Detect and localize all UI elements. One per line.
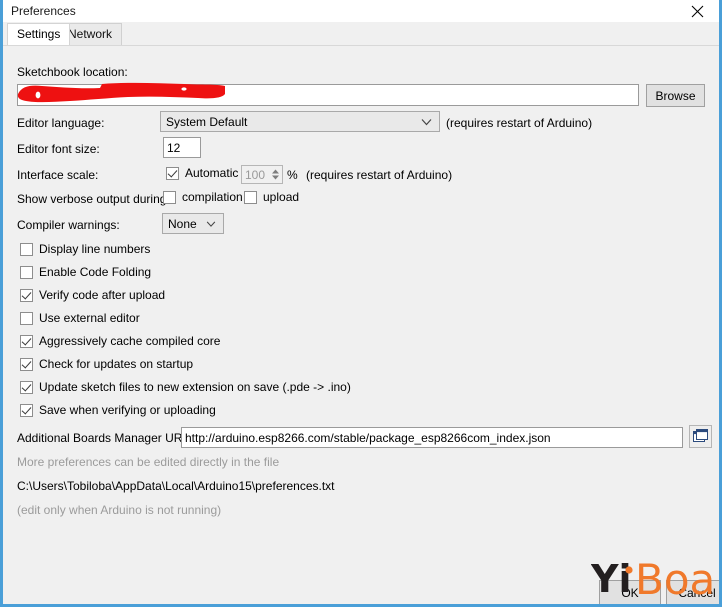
browse-button[interactable]: Browse [646, 84, 705, 107]
checkbox-box [163, 190, 176, 204]
editor-language-value: System Default [166, 115, 248, 129]
boards-manager-urls-label: Additional Boards Manager URLs: [17, 431, 199, 445]
option-save-when-verifying-or-uploading[interactable]: Save when verifying or uploading [20, 403, 216, 417]
sketchbook-location-label: Sketchbook location: [17, 65, 128, 79]
verbose-compilation-checkbox[interactable]: compilation [163, 190, 243, 204]
tab-strip: Settings Network [3, 22, 719, 45]
interface-scale-value: 100 [244, 168, 265, 182]
preferences-file-path: C:\Users\Tobiloba\AppData\Local\Arduino1… [17, 479, 335, 493]
interface-scale-automatic-checkbox[interactable]: Automatic [166, 166, 238, 180]
checkbox-box [166, 166, 179, 180]
preferences-dialog: Preferences Settings Network Sketchbook … [0, 0, 722, 607]
checkbox-box [20, 242, 33, 256]
interface-scale-automatic-label: Automatic [185, 166, 239, 180]
option-label: Use external editor [39, 311, 140, 325]
spinner-down-arrow-icon[interactable] [271, 175, 280, 180]
chevron-down-icon [206, 221, 216, 227]
spinner-up-arrow-icon[interactable] [271, 169, 280, 174]
close-icon[interactable] [675, 0, 719, 22]
option-label: Save when verifying or uploading [39, 403, 216, 417]
option-enable-code-folding[interactable]: Enable Code Folding [20, 265, 151, 279]
option-check-for-updates-on-startup[interactable]: Check for updates on startup [20, 357, 193, 371]
interface-scale-percent-symbol: % [287, 168, 298, 182]
verbose-upload-checkbox[interactable]: upload [244, 190, 299, 204]
title-bar: Preferences [3, 0, 719, 22]
option-label: Enable Code Folding [39, 265, 152, 279]
option-aggressively-cache-compiled-core[interactable]: Aggressively cache compiled core [20, 334, 220, 348]
interface-scale-spinner[interactable]: 100 [241, 165, 283, 184]
verbose-compilation-label: compilation [182, 190, 243, 204]
window-copy-icon[interactable] [689, 425, 712, 448]
interface-scale-hint: (requires restart of Arduino) [306, 168, 453, 182]
option-verify-code-after-upload[interactable]: Verify code after upload [20, 288, 165, 302]
edit-warning-note: (edit only when Arduino is not running) [17, 503, 222, 517]
compiler-warnings-label: Compiler warnings: [17, 218, 120, 232]
checkbox-box [20, 380, 33, 394]
compiler-warnings-select[interactable]: None [162, 213, 224, 234]
spinner-arrows[interactable] [270, 167, 280, 182]
editor-language-hint: (requires restart of Arduino) [446, 116, 593, 130]
window-title: Preferences [11, 4, 76, 18]
verbose-output-label: Show verbose output during: [17, 192, 170, 206]
checkbox-box [20, 265, 33, 279]
verbose-upload-label: upload [263, 190, 300, 204]
option-label: Display line numbers [39, 242, 151, 256]
option-update-sketch-files-extension[interactable]: Update sketch files to new extension on … [20, 380, 351, 394]
option-display-line-numbers[interactable]: Display line numbers [20, 242, 150, 256]
more-preferences-note: More preferences can be edited directly … [17, 455, 280, 469]
option-label: Aggressively cache compiled core [39, 334, 221, 348]
option-label: Verify code after upload [39, 288, 166, 302]
tab-settings[interactable]: Settings [7, 23, 71, 45]
close-x-glyph [691, 5, 703, 17]
option-use-external-editor[interactable]: Use external editor [20, 311, 140, 325]
settings-panel: Sketchbook location: Browse Editor langu… [3, 45, 719, 604]
checkbox-box [20, 403, 33, 417]
compiler-warnings-value: None [168, 217, 197, 231]
sketchbook-location-input[interactable] [17, 84, 639, 106]
checkbox-box [20, 288, 33, 302]
checkbox-box [244, 190, 257, 204]
checkbox-box [20, 357, 33, 371]
boards-manager-urls-input[interactable] [181, 427, 683, 448]
option-label: Update sketch files to new extension on … [39, 380, 351, 394]
ok-button[interactable]: OK [599, 580, 661, 604]
editor-language-select[interactable]: System Default [160, 111, 440, 132]
cancel-button[interactable]: Cancel [666, 580, 719, 604]
option-label: Check for updates on startup [39, 357, 194, 371]
window-copy-glyph [693, 429, 708, 442]
chevron-down-icon [421, 118, 432, 125]
interface-scale-label: Interface scale: [17, 168, 99, 182]
editor-font-size-input[interactable] [163, 137, 201, 158]
editor-font-size-label: Editor font size: [17, 142, 100, 156]
checkbox-box [20, 311, 33, 325]
checkbox-box [20, 334, 33, 348]
editor-language-label: Editor language: [17, 116, 105, 130]
